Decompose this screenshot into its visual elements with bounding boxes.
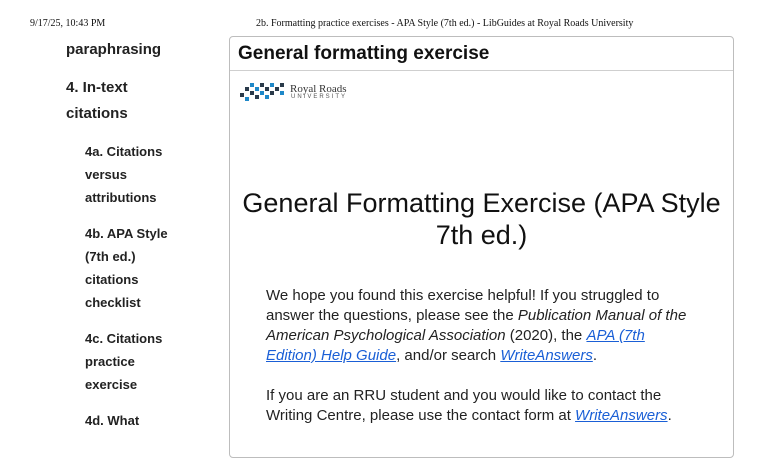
logo-mark-icon — [240, 83, 284, 101]
help-paragraph: We hope you found this exercise helpful!… — [266, 287, 687, 364]
guide-sidebar-nav: paraphrasing 4. In-text citations 4a. Ci… — [0, 0, 225, 441]
logo-subtitle: UNIVERSITY — [291, 94, 348, 100]
sidebar-item-citations-vs-attributions-line2[interactable]: versus — [85, 163, 127, 186]
sidebar-item-citations-checklist-line3[interactable]: citations — [85, 268, 138, 291]
sidebar-item-in-text-citations-line2[interactable]: citations — [66, 101, 128, 127]
sidebar-item-citations-checklist[interactable]: 4b. APA Style — [85, 222, 168, 245]
sidebar-item-citations-vs-attributions[interactable]: 4a. Citations — [85, 140, 162, 163]
print-page-title: 2b. Formatting practice exercises - APA … — [256, 18, 634, 29]
exercise-title: General Formatting Exercise (APA Style 7… — [242, 188, 721, 250]
sidebar-item-citations-practice-exercise-line3[interactable]: exercise — [85, 373, 137, 396]
writeanswers-link[interactable]: WriteAnswers — [500, 347, 593, 364]
sidebar-item-what[interactable]: 4d. What — [85, 409, 139, 432]
writeanswers-contact-link[interactable]: WriteAnswers — [575, 407, 668, 424]
sidebar-item-citations-practice-exercise[interactable]: 4c. Citations — [85, 327, 162, 350]
panel-heading: General formatting exercise — [230, 37, 733, 71]
sidebar-item-paraphrasing[interactable]: paraphrasing — [66, 37, 161, 63]
royal-roads-logo: Royal Roads UNIVERSITY — [240, 81, 370, 105]
sidebar-item-citations-vs-attributions-line3[interactable]: attributions — [85, 186, 157, 209]
sidebar-item-citations-practice-exercise-line2[interactable]: practice — [85, 350, 135, 373]
content-panel: General formatting exercise Royal Roads … — [229, 36, 734, 458]
sidebar-item-citations-checklist-line2[interactable]: (7th ed.) — [85, 245, 136, 268]
sidebar-item-citations-checklist-line4[interactable]: checklist — [85, 291, 141, 314]
contact-paragraph: If you are an RRU student and you would … — [266, 387, 672, 424]
sidebar-item-in-text-citations[interactable]: 4. In-text — [66, 75, 128, 101]
